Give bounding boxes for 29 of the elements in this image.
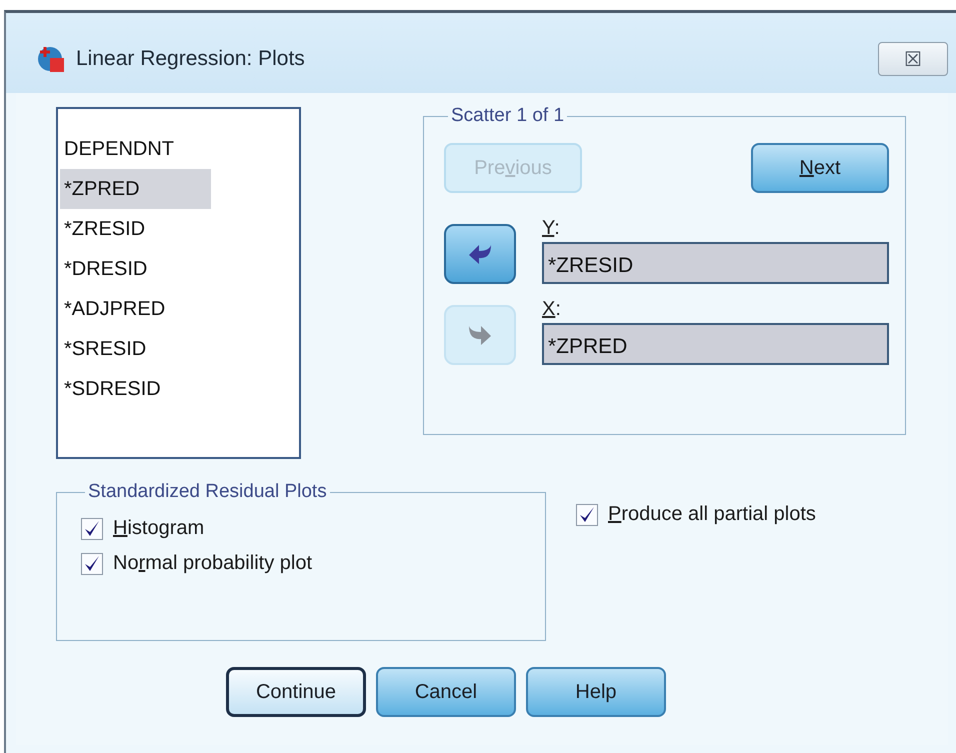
dialog-button[interactable]: Help <box>526 667 666 717</box>
variable-item[interactable]: DEPENDNT <box>60 129 299 169</box>
dialog-button[interactable]: Continue <box>226 667 366 717</box>
axis-label: X: <box>542 298 562 321</box>
group-title: Standardized Residual Plots <box>87 481 328 503</box>
axis-field[interactable]: *ZPRED <box>542 323 889 365</box>
axis-label: Y: <box>542 217 561 240</box>
move-button[interactable] <box>444 224 516 284</box>
checkbox-label: Normal probability plot <box>113 552 312 575</box>
next-button[interactable]: Next <box>751 143 889 193</box>
checkbox-label: Produce all partial plots <box>608 503 816 526</box>
variable-item[interactable]: *ZPRED <box>60 169 211 209</box>
checkbox[interactable] <box>81 552 103 574</box>
window-title: Linear Regression: Plots <box>76 47 306 71</box>
checkbox[interactable] <box>576 504 598 526</box>
app-icon <box>36 44 66 74</box>
group-title: Scatter 1 of 1 <box>450 105 566 127</box>
arrow-left-icon <box>467 243 493 265</box>
axis-field[interactable]: *ZRESID <box>542 242 889 284</box>
checkbox-label: Histogram <box>113 517 204 540</box>
variable-item[interactable]: *ZRESID <box>60 209 299 249</box>
variable-item[interactable]: *DRESID <box>60 249 299 289</box>
arrow-right-icon <box>467 324 493 346</box>
variable-item[interactable]: *SDRESID <box>60 369 299 409</box>
variable-item[interactable]: *SRESID <box>60 329 299 369</box>
checkbox[interactable] <box>81 518 103 540</box>
variable-item[interactable]: *ADJPRED <box>60 289 299 329</box>
dialog-button[interactable]: Cancel <box>376 667 516 717</box>
close-button[interactable]: ☒ <box>878 42 948 76</box>
